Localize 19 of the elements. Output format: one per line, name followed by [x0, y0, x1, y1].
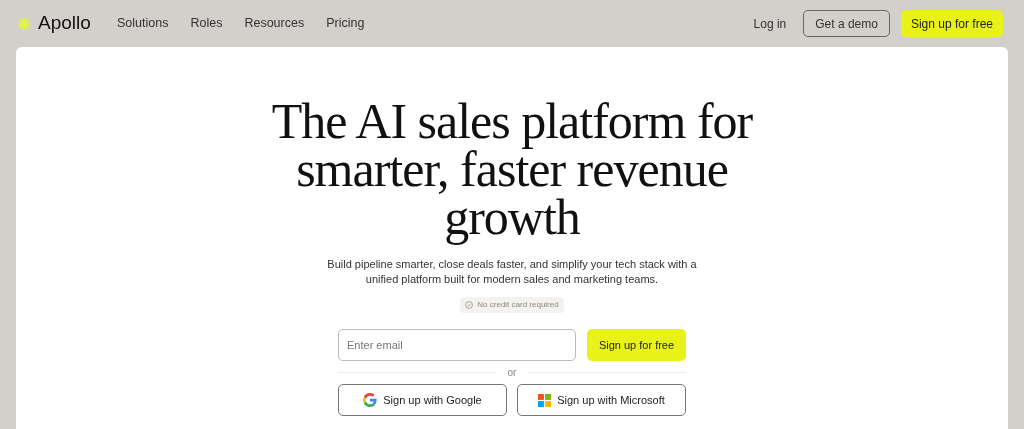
nav-link[interactable]: Pricing	[326, 14, 365, 33]
no-credit-card-badge: No credit card required	[460, 297, 564, 313]
divider-label: or	[507, 366, 517, 380]
nav-link[interactable]: Solutions	[117, 14, 169, 33]
check-circle-icon	[465, 301, 474, 309]
nav-link[interactable]: Roles	[190, 14, 223, 33]
subtitle: Build pipeline smarter, close deals faster, and simplify your tech stack with a unified platform built for modern sales and marketing teams.	[326, 257, 698, 287]
microsoft-icon	[538, 393, 552, 407]
social-signup-button[interactable]: Sign up with Google	[338, 384, 507, 416]
logo-icon	[16, 15, 32, 32]
email-field[interactable]: Enter email	[338, 329, 576, 361]
nav-link[interactable]: Resources	[244, 14, 305, 33]
login-link[interactable]: Log in	[753, 14, 787, 33]
signup-button[interactable]: Sign up for free	[900, 10, 1003, 37]
social-signup-button[interactable]: Sign up with Microsoft	[517, 384, 686, 416]
submit-button[interactable]: Sign up for free	[587, 329, 686, 361]
google-icon	[363, 393, 378, 407]
brand-name: Apollo	[38, 11, 91, 36]
demo-button[interactable]: Get a demo	[803, 10, 890, 37]
